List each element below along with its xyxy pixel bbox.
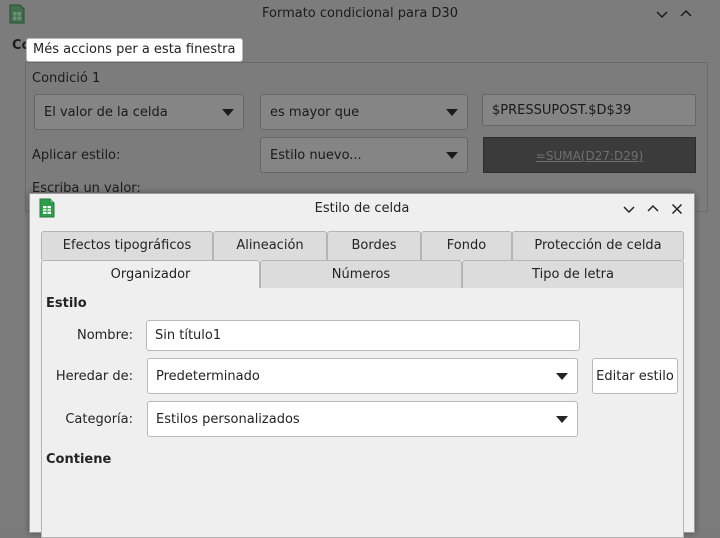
contains-section-title: Contiene [46, 452, 112, 467]
style-name-input[interactable]: Sin título1 [146, 320, 580, 351]
dropdown-arrow-icon [222, 109, 234, 116]
cell-style-dialog: Estilo de celda Efectos tipográficos Ali… [29, 193, 695, 538]
tab-numbers[interactable]: Números [260, 260, 462, 289]
style-section-title: Estilo [46, 296, 87, 311]
apply-style-value: Estilo nuevo... [270, 148, 362, 163]
condition-type-dropdown[interactable]: El valor de la celda [34, 94, 244, 130]
apply-style-dropdown[interactable]: Estilo nuevo... [260, 137, 468, 173]
style-preview-text: =SUMA(D27:D29) [535, 149, 644, 163]
window-actions-tooltip: Més accions per a esta finestra [26, 38, 243, 62]
operator-value: es mayor que [270, 105, 360, 120]
tab-organizer[interactable]: Organizador [41, 260, 260, 289]
chevron-down-icon[interactable] [619, 199, 639, 219]
condition-value-text: $PRESSUPOST.$D$39 [492, 103, 632, 118]
chevron-down-icon[interactable] [652, 4, 672, 24]
style-preview: =SUMA(D27:D29) [483, 137, 696, 173]
apply-style-label: Aplicar estilo: [32, 148, 121, 163]
tab-font-effects[interactable]: Efectos tipográficos [41, 231, 213, 260]
window-title: Formato condicional para D30 [262, 6, 458, 21]
tab-cell-protection[interactable]: Protección de celda [512, 231, 684, 260]
operator-dropdown[interactable]: es mayor que [260, 94, 468, 130]
tab-background[interactable]: Fondo [421, 231, 512, 260]
tab-alignment[interactable]: Alineación [213, 231, 327, 260]
dropdown-arrow-icon [446, 152, 458, 159]
category-dropdown[interactable]: Estilos personalizados [147, 401, 578, 437]
inherit-from-value: Predeterminado [156, 369, 260, 384]
inherit-from-dropdown[interactable]: Predeterminado [147, 358, 578, 394]
tab-font[interactable]: Tipo de letra [462, 260, 684, 289]
dropdown-arrow-icon [556, 416, 568, 423]
chevron-up-icon[interactable] [643, 199, 663, 219]
chevron-up-icon[interactable] [676, 4, 696, 24]
close-icon[interactable] [667, 199, 687, 219]
edit-style-button[interactable]: Editar estilo [592, 358, 678, 394]
condition-1-label: Condició 1 [32, 71, 101, 86]
dropdown-arrow-icon [446, 109, 458, 116]
dropdown-arrow-icon [556, 373, 568, 380]
style-name-value: Sin título1 [155, 328, 222, 343]
dialog-title: Estilo de celda [314, 201, 410, 216]
tab-borders[interactable]: Bordes [327, 231, 421, 260]
inherit-from-label: Heredar de: [55, 369, 133, 384]
title-bar: Estilo de celda [30, 194, 694, 223]
category-label: Categoría: [65, 412, 133, 427]
title-bar: Formato condicional para D30 [0, 0, 720, 28]
condition-value-input[interactable]: $PRESSUPOST.$D$39 [482, 94, 696, 126]
condition-type-value: El valor de la celda [44, 105, 168, 120]
name-label: Nombre: [76, 328, 133, 343]
category-value: Estilos personalizados [156, 412, 300, 427]
